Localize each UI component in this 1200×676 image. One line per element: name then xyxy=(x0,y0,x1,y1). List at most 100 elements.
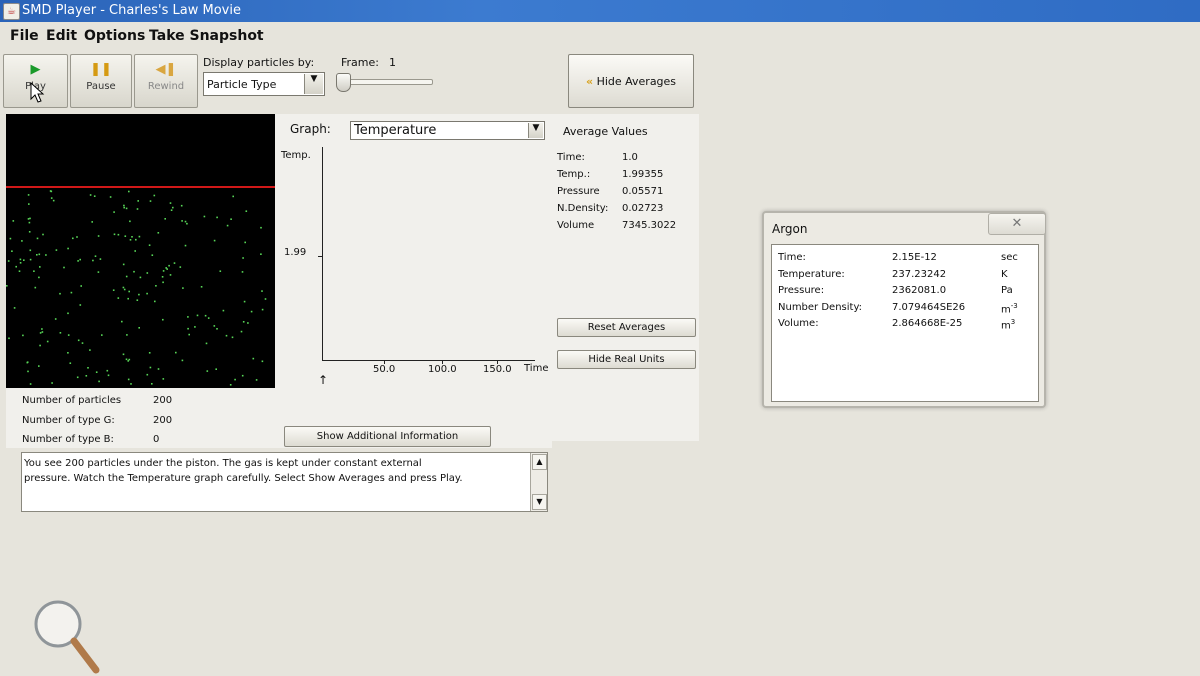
particle xyxy=(6,285,8,287)
particle xyxy=(169,202,172,204)
particle xyxy=(222,309,225,312)
particle xyxy=(149,366,152,369)
particle xyxy=(184,244,187,247)
particle xyxy=(245,210,248,212)
scroll-down-icon[interactable]: ▼ xyxy=(532,494,547,510)
particle xyxy=(146,292,148,295)
particle xyxy=(27,370,29,373)
graph-panel xyxy=(275,114,552,388)
particle xyxy=(225,334,228,337)
particle xyxy=(234,378,236,381)
hide-real-units-button[interactable]: Hide Real Units xyxy=(557,350,696,369)
description-scrollbar[interactable]: ▲ ▼ xyxy=(530,453,547,511)
particle xyxy=(244,241,246,244)
particle xyxy=(184,220,187,223)
hide-averages-button[interactable]: « Hide Averages xyxy=(568,54,694,108)
graph-y-axis-label: Temp. xyxy=(281,150,311,161)
particle xyxy=(181,359,184,362)
argon-label: Number Density: xyxy=(778,302,863,313)
display-particles-select[interactable]: Particle Type ▼ xyxy=(203,72,325,96)
particle xyxy=(27,218,30,220)
argon-dialog: Argon ✕ Time: 2.15E-12 sec Temperature: … xyxy=(762,211,1046,408)
particle xyxy=(122,286,125,289)
graph-y-tick-label: 1.99 xyxy=(284,247,307,258)
particle xyxy=(261,308,264,311)
pause-button[interactable]: ❚❚ Pause xyxy=(70,54,132,108)
close-icon[interactable]: ✕ xyxy=(988,213,1046,235)
particle xyxy=(126,334,128,336)
particle xyxy=(261,360,264,363)
particle xyxy=(241,374,244,377)
particle xyxy=(219,270,222,272)
particle xyxy=(13,307,16,309)
particle xyxy=(180,204,183,207)
particle xyxy=(242,321,245,323)
particle xyxy=(9,237,12,240)
double-chevron-left-icon: « xyxy=(585,75,594,88)
scroll-up-icon[interactable]: ▲ xyxy=(532,454,547,470)
particle xyxy=(109,196,112,198)
particle xyxy=(148,244,151,246)
argon-unit-base: m xyxy=(1001,304,1011,316)
display-particles-label: Display particles by: xyxy=(203,56,315,69)
menu-take-snapshot[interactable]: Take Snapshot xyxy=(149,28,264,44)
particle xyxy=(243,300,246,303)
pause-icon: ❚❚ xyxy=(90,62,112,77)
rewind-label: Rewind xyxy=(147,81,185,92)
particle xyxy=(33,270,35,272)
particle xyxy=(207,317,210,319)
particle xyxy=(91,221,93,223)
particle xyxy=(157,232,160,234)
particle xyxy=(117,297,120,299)
particle xyxy=(154,300,156,303)
particle xyxy=(11,250,13,252)
particle xyxy=(76,236,78,238)
particle xyxy=(130,383,132,385)
reset-averages-button[interactable]: Reset Averages xyxy=(557,318,696,337)
particle xyxy=(216,216,218,219)
particle xyxy=(135,238,137,241)
play-icon: ▶ xyxy=(30,62,41,77)
avg-label: Volume xyxy=(557,220,595,231)
particle xyxy=(107,374,110,377)
particle xyxy=(187,327,189,330)
argon-unit: sec xyxy=(1001,252,1018,263)
particle xyxy=(170,209,173,211)
graph-label: Graph: xyxy=(290,122,331,136)
menu-edit[interactable]: Edit xyxy=(46,28,77,44)
particle xyxy=(173,262,176,264)
particle xyxy=(153,194,156,197)
magnifier-icon[interactable] xyxy=(32,598,102,676)
particle xyxy=(113,211,115,213)
particle xyxy=(213,325,216,327)
particle xyxy=(54,318,57,320)
particle xyxy=(146,272,149,274)
particle xyxy=(41,328,43,330)
count-label: Number of particles xyxy=(22,395,122,406)
menu-file[interactable]: File xyxy=(10,28,39,44)
particle xyxy=(127,378,130,381)
java-icon: ☕ xyxy=(3,3,20,20)
piston-line xyxy=(6,186,275,188)
description-textarea[interactable]: You see 200 particles under the piston. … xyxy=(21,452,548,512)
show-additional-information-button[interactable]: Show Additional Information xyxy=(284,426,491,447)
particle xyxy=(51,382,53,384)
argon-unit: K xyxy=(1001,269,1008,280)
particle xyxy=(94,255,97,257)
particle xyxy=(148,352,151,354)
frame-slider-track[interactable] xyxy=(343,79,433,85)
frame-slider-thumb[interactable] xyxy=(336,73,351,92)
rewind-button[interactable]: ◀❚ Rewind xyxy=(134,54,198,108)
arrow-up-icon: ↑ xyxy=(318,373,329,387)
particle xyxy=(122,353,125,356)
particle xyxy=(133,270,135,273)
menu-options[interactable]: Options xyxy=(84,28,145,44)
particle xyxy=(260,253,262,255)
graph-type-select[interactable]: Temperature ▼ xyxy=(350,121,545,140)
chevron-down-icon: ▼ xyxy=(528,123,543,138)
average-values-title: Average Values xyxy=(563,125,648,138)
particle xyxy=(232,195,234,198)
rewind-icon: ◀❚ xyxy=(155,62,177,77)
chevron-down-icon: ▼ xyxy=(304,74,323,94)
particle xyxy=(29,383,32,385)
